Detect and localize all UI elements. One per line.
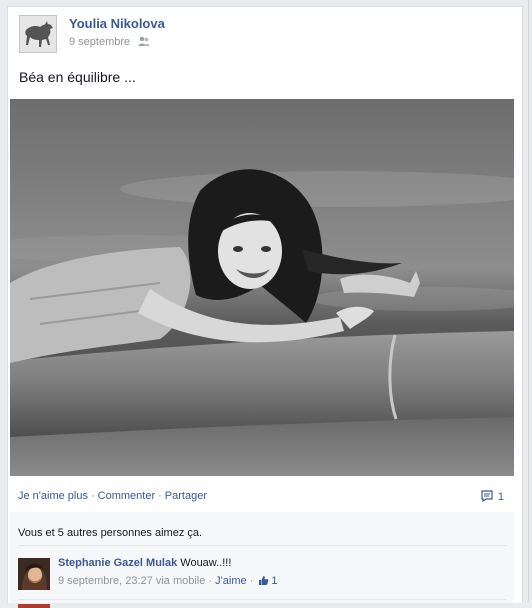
post-meta: 9 septembre [69,36,150,50]
scrollbar-line [528,0,529,602]
likes-others-link[interactable]: 5 autres personnes [58,527,152,539]
comment-like-link[interactable]: J'aime [215,575,246,587]
post-photo[interactable] [10,99,514,476]
horse-icon [20,16,56,52]
commenter-avatar[interactable] [18,558,50,590]
comment-timestamp[interactable]: 9 septembre, 23:27 via mobile [58,575,205,587]
comment-text: Wouaw..!!! [180,557,232,569]
separator: · [249,575,254,587]
post-card: Youlia Nikolova 9 septembre Béa en équil… [7,6,523,608]
comment-meta: 9 septembre, 23:27 via mobile · J'aime ·… [58,575,278,587]
post-date[interactable]: 9 septembre [69,36,130,48]
post-author[interactable]: Youlia Nikolova [69,16,165,31]
comment-item: Stephanie Gazel Mulak Wouaw..!!! 9 septe… [18,554,506,600]
unlike-link[interactable]: Je n'aime plus [18,490,88,502]
separator: · [158,490,162,502]
comment-icon [481,490,493,503]
likes-summary: Vous et 5 autres personnes aimez ça. [18,512,506,546]
scrollbar-track[interactable] [524,0,532,602]
next-comment-avatar[interactable] [18,604,50,608]
girl-photo [10,99,514,476]
friends-icon[interactable] [138,36,150,50]
avatar-photo [18,558,50,590]
separator: · [90,490,95,502]
comment-body: Stephanie Gazel Mulak Wouaw..!!! [58,557,231,569]
comment-count[interactable]: 1 [481,490,504,503]
author-avatar[interactable] [19,15,57,53]
feedback-area: Vous et 5 autres personnes aimez ça. Ste… [10,512,514,608]
post-text: Béa en équilibre ... [19,69,136,85]
post-actions: Je n'aime plus · Commenter · Partager 1 [18,490,504,506]
comment-like-count[interactable]: 1 [256,575,278,587]
likes-text[interactable]: Vous et 5 autres personnes aimez ça. [18,527,202,539]
share-link[interactable]: Partager [165,490,207,502]
thumbs-up-icon [259,576,269,585]
comment-count-value: 1 [497,491,504,503]
separator: · [208,575,213,587]
comment-author[interactable]: Stephanie Gazel Mulak [58,557,177,569]
comment-link[interactable]: Commenter [98,490,155,502]
comment-like-count-value: 1 [271,575,278,587]
